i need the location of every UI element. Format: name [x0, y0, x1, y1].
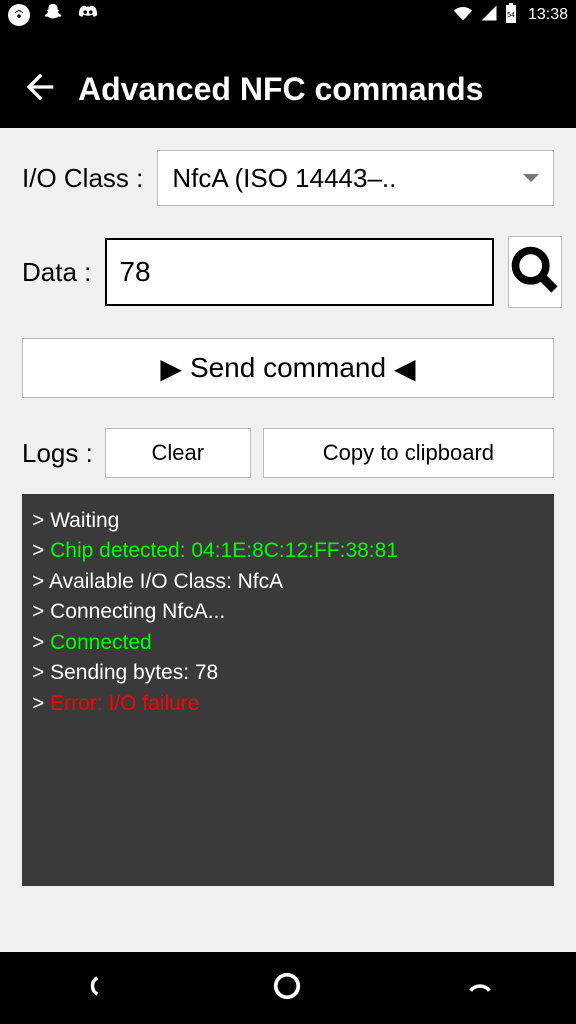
status-time: 13:38	[528, 6, 568, 24]
logs-label: Logs :	[22, 438, 93, 469]
log-line: > Connected	[32, 628, 544, 658]
snapchat-icon	[42, 2, 64, 29]
page-title: Advanced NFC commands	[78, 71, 483, 108]
svg-text:54: 54	[507, 12, 515, 19]
log-line: > Sending bytes: 78	[32, 658, 544, 688]
search-button[interactable]	[508, 236, 562, 308]
battery-icon: 54	[504, 3, 518, 28]
main-content: I/O Class : NfcA (ISO 14443–.. Data : ▶ …	[0, 128, 576, 952]
io-class-select[interactable]: NfcA (ISO 14443–..	[157, 150, 554, 206]
send-command-button[interactable]: ▶ Send command ◀	[22, 338, 554, 398]
clear-button[interactable]: Clear	[105, 428, 251, 478]
clear-button-label: Clear	[152, 440, 205, 466]
data-label: Data :	[22, 257, 91, 288]
log-line: > Error: I/O failure	[32, 689, 544, 719]
nav-recent-icon[interactable]	[465, 972, 495, 1005]
cellular-icon	[480, 4, 498, 27]
play-right-icon: ▶	[160, 352, 182, 385]
log-panel: > Waiting> Chip detected: 04:1E:8C:12:FF…	[22, 494, 554, 886]
chevron-down-icon	[523, 174, 539, 182]
music-icon	[8, 4, 30, 26]
system-navbar	[0, 952, 576, 1024]
back-icon[interactable]	[20, 67, 60, 112]
send-command-label: Send command	[190, 352, 386, 384]
log-line: > Waiting	[32, 506, 544, 536]
status-bar: 54 13:38	[0, 0, 576, 30]
log-line: > Connecting NfcA...	[32, 597, 544, 627]
data-input[interactable]	[105, 238, 494, 306]
nav-home-icon[interactable]	[272, 971, 302, 1006]
io-class-value: NfcA (ISO 14443–..	[172, 163, 513, 194]
app-header: Advanced NFC commands	[0, 30, 576, 128]
play-left-icon: ◀	[394, 352, 416, 385]
search-icon	[509, 244, 561, 301]
copy-button[interactable]: Copy to clipboard	[263, 428, 554, 478]
nav-back-icon[interactable]	[81, 972, 109, 1005]
log-line: > Chip detected: 04:1E:8C:12:FF:38:81	[32, 536, 544, 566]
discord-icon	[76, 2, 100, 29]
log-line: > Available I/O Class: NfcA	[32, 567, 544, 597]
wifi-icon	[452, 4, 474, 27]
copy-button-label: Copy to clipboard	[323, 440, 494, 466]
io-class-label: I/O Class :	[22, 163, 143, 194]
